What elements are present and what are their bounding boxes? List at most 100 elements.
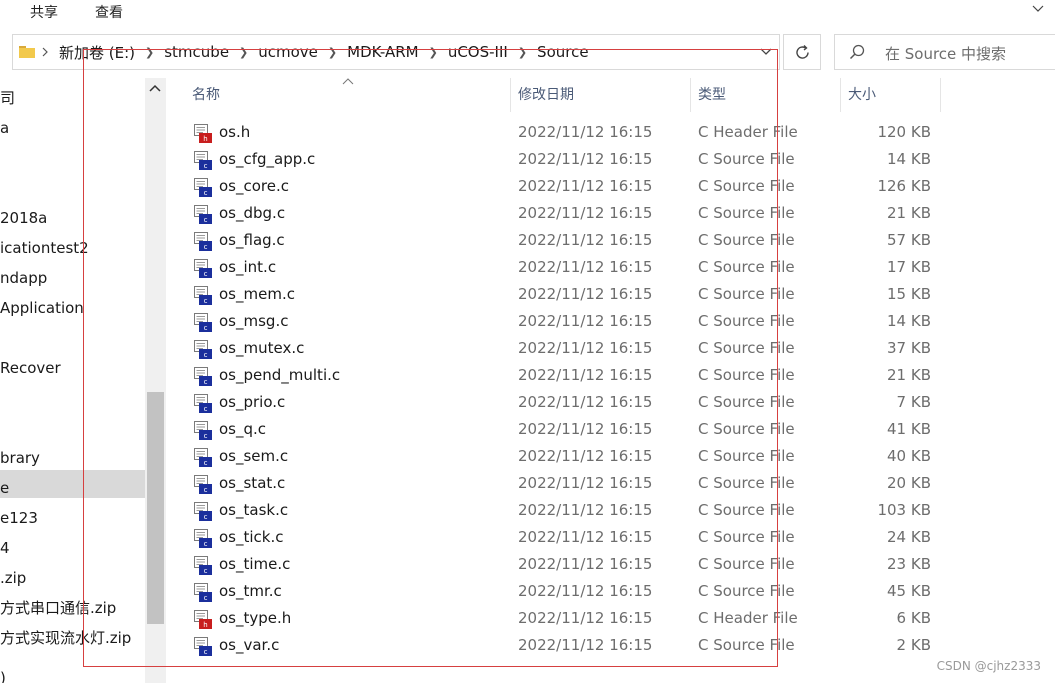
address-bar[interactable]: 新加卷 (E:) ❯ stmcube ❯ ucmove ❯ MDK-ARM ❯ … [12, 34, 780, 70]
crumb-stmcube[interactable]: stmcube [164, 43, 229, 61]
chevron-right-icon[interactable]: ❯ [429, 46, 438, 59]
sidebar-item[interactable]: a [0, 114, 9, 142]
file-row[interactable]: h os.h 2022/11/12 16:15 C Header File 120 KB [190, 120, 950, 147]
column-header-size[interactable]: 大小 [848, 78, 876, 112]
column-header-name[interactable]: 名称 [192, 78, 220, 112]
file-row[interactable]: c os_core.c 2022/11/12 16:15 C Source File 1… [190, 174, 950, 201]
sidebar-item[interactable]: Application [0, 294, 84, 322]
file-name[interactable]: os_stat.c [219, 474, 285, 492]
column-divider[interactable] [940, 78, 941, 112]
chevron-down-icon[interactable] [759, 47, 773, 57]
svg-text:c: c [204, 162, 208, 170]
file-row[interactable]: c os_time.c 2022/11/12 16:15 C Source File 2… [190, 552, 950, 579]
search-icon [849, 44, 865, 60]
c-source-file-icon: c [194, 367, 212, 387]
file-modified-date: 2022/11/12 16:15 [518, 447, 653, 465]
file-row[interactable]: c os_tick.c 2022/11/12 16:15 C Source File 2… [190, 525, 950, 552]
file-name[interactable]: os_pend_multi.c [219, 366, 340, 384]
chevron-right-icon[interactable]: ❯ [239, 46, 248, 59]
file-name[interactable]: os_core.c [219, 177, 289, 195]
crumb-mdk-arm[interactable]: MDK-ARM [347, 43, 418, 61]
file-row[interactable]: c os_prio.c 2022/11/12 16:15 C Source File 7… [190, 390, 950, 417]
crumb-source[interactable]: Source [537, 43, 589, 61]
column-divider[interactable] [690, 78, 691, 112]
file-row[interactable]: c os_pend_multi.c 2022/11/12 16:15 C Source… [190, 363, 950, 390]
chevron-down-icon[interactable] [1031, 2, 1045, 16]
c-source-file-icon: c [194, 259, 212, 279]
sidebar-item[interactable]: 方式实现流水灯.zip [0, 624, 131, 652]
sidebar-item[interactable]: 方式串口通信.zip [0, 594, 116, 622]
crumb-drive[interactable]: 新加卷 (E:) [59, 42, 135, 63]
file-name[interactable]: os_sem.c [219, 447, 288, 465]
file-row[interactable]: c os_tmr.c 2022/11/12 16:15 C Source File 45… [190, 579, 950, 606]
sidebar-item[interactable]: e [0, 474, 9, 502]
column-header-type[interactable]: 类型 [698, 78, 726, 112]
file-row[interactable]: c os_q.c 2022/11/12 16:15 C Source File 41 K… [190, 417, 950, 444]
file-name[interactable]: os_mutex.c [219, 339, 304, 357]
crumb-ucos-iii[interactable]: uCOS-III [448, 43, 508, 61]
tab-share[interactable]: 共享 [30, 2, 58, 22]
file-name[interactable]: os_q.c [219, 420, 266, 438]
sidebar-item[interactable]: brary [0, 444, 40, 472]
svg-text:c: c [204, 459, 208, 467]
file-row[interactable]: c os_mem.c 2022/11/12 16:15 C Source File 15… [190, 282, 950, 309]
file-name[interactable]: os_tick.c [219, 528, 284, 546]
chevron-up-icon[interactable] [149, 83, 161, 93]
sidebar-scrollbar[interactable] [145, 78, 166, 683]
file-name[interactable]: os_type.h [219, 609, 291, 627]
file-name[interactable]: os.h [219, 123, 250, 141]
svg-text:c: c [204, 189, 208, 197]
file-row[interactable]: c os_flag.c 2022/11/12 16:15 C Source File 5… [190, 228, 950, 255]
sidebar-item[interactable]: 2018a [0, 204, 47, 232]
file-row[interactable]: c os_cfg_app.c 2022/11/12 16:15 C Source Fi… [190, 147, 950, 174]
file-name[interactable]: os_task.c [219, 501, 288, 519]
file-name[interactable]: os_flag.c [219, 231, 285, 249]
file-modified-date: 2022/11/12 16:15 [518, 177, 653, 195]
scrollbar-thumb[interactable] [147, 392, 164, 624]
file-row[interactable]: c os_mutex.c 2022/11/12 16:15 C Source File… [190, 336, 950, 363]
file-size: 6 KB [896, 609, 931, 627]
file-row[interactable]: c os_task.c 2022/11/12 16:15 C Source File 1… [190, 498, 950, 525]
sidebar-item[interactable]: 司 [0, 84, 15, 112]
file-size: 37 KB [887, 339, 931, 357]
svg-text:c: c [204, 216, 208, 224]
column-divider[interactable] [840, 78, 841, 112]
sidebar-item[interactable]: Recover [0, 354, 61, 382]
file-name[interactable]: os_cfg_app.c [219, 150, 315, 168]
chevron-right-icon[interactable]: ❯ [145, 46, 154, 59]
column-divider[interactable] [510, 78, 511, 112]
file-name[interactable]: os_dbg.c [219, 204, 285, 222]
chevron-right-icon[interactable] [41, 47, 49, 57]
file-name[interactable]: os_var.c [219, 636, 279, 654]
sidebar-item[interactable]: e123 [0, 504, 38, 532]
chevron-right-icon[interactable]: ❯ [328, 46, 337, 59]
file-name[interactable]: os_mem.c [219, 285, 295, 303]
chevron-right-icon[interactable]: ❯ [518, 46, 527, 59]
svg-text:c: c [204, 270, 208, 278]
tab-view[interactable]: 查看 [95, 2, 123, 22]
file-type: C Source File [698, 312, 795, 330]
sidebar-item[interactable]: ) [0, 664, 6, 683]
sidebar-item[interactable]: ndapp [0, 264, 47, 292]
file-row[interactable]: c os_int.c 2022/11/12 16:15 C Source File 17… [190, 255, 950, 282]
file-name[interactable]: os_time.c [219, 555, 290, 573]
file-row[interactable]: c os_stat.c 2022/11/12 16:15 C Source File 2… [190, 471, 950, 498]
file-name[interactable]: os_msg.c [219, 312, 288, 330]
file-name[interactable]: os_int.c [219, 258, 276, 276]
file-row[interactable]: c os_sem.c 2022/11/12 16:15 C Source File 40… [190, 444, 950, 471]
c-source-file-icon: c [194, 421, 212, 441]
sidebar-item[interactable]: icationtest2 [0, 234, 89, 262]
file-row[interactable]: h os_type.h 2022/11/12 16:15 C Header File 6… [190, 606, 950, 633]
file-row[interactable]: c os_var.c 2022/11/12 16:15 C Source File 2 … [190, 633, 950, 660]
search-input[interactable]: 在 Source 中搜索 [834, 34, 1055, 70]
file-name[interactable]: os_prio.c [219, 393, 285, 411]
sidebar-item[interactable]: .zip [0, 564, 26, 592]
column-header-date[interactable]: 修改日期 [518, 78, 574, 112]
crumb-ucmove[interactable]: ucmove [258, 43, 318, 61]
file-row[interactable]: c os_dbg.c 2022/11/12 16:15 C Source File 21… [190, 201, 950, 228]
c-source-file-icon: c [194, 178, 212, 198]
file-name[interactable]: os_tmr.c [219, 582, 282, 600]
refresh-button[interactable] [783, 34, 821, 70]
file-row[interactable]: c os_msg.c 2022/11/12 16:15 C Source File 14… [190, 309, 950, 336]
sidebar-item[interactable]: 4 [0, 534, 10, 562]
